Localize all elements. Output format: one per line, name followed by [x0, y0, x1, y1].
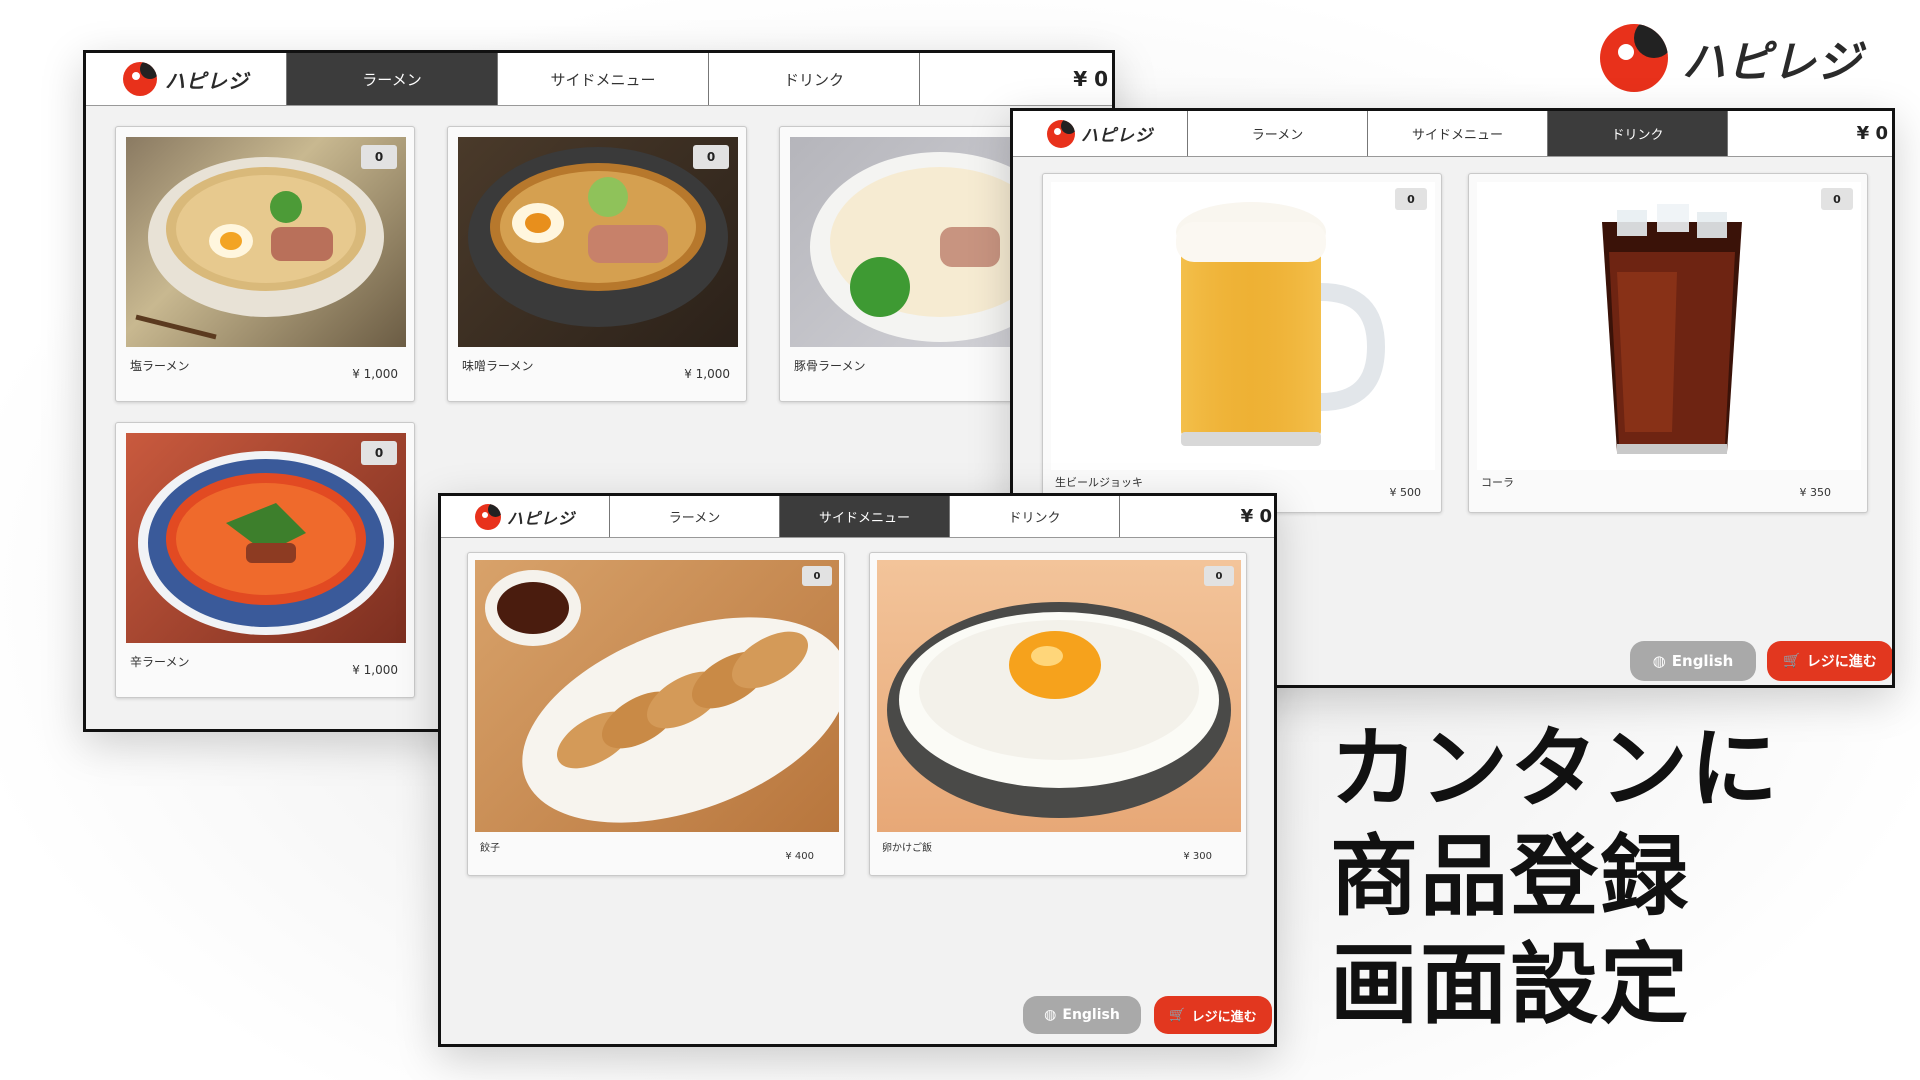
- menu-item-card[interactable]: 0 生ビールジョッキ ¥ 500: [1042, 173, 1442, 513]
- quantity-badge: 0: [802, 566, 832, 586]
- tab-drink[interactable]: ドリンク: [708, 53, 919, 105]
- item-price: ¥ 500: [1389, 486, 1422, 499]
- header-logo-text: ハピレジ: [506, 508, 575, 528]
- cart-total: ¥ 0: [1727, 111, 1892, 156]
- tab-ramen[interactable]: ラーメン: [609, 496, 779, 537]
- item-name: 味噌ラーメン: [462, 359, 534, 373]
- english-button[interactable]: ◍ English: [1023, 996, 1141, 1034]
- quantity-badge: 0: [1821, 188, 1853, 210]
- header-logo: ハピレジ: [1013, 111, 1187, 156]
- menu-item-card[interactable]: 0 卵かけご飯 ¥ 300: [869, 552, 1247, 876]
- globe-icon: ◍: [1044, 1007, 1057, 1023]
- item-name: 豚骨ラーメン: [794, 359, 866, 373]
- item-name: 辛ラーメン: [130, 655, 190, 669]
- header-logo: ハピレジ: [441, 496, 609, 537]
- item-price: ¥ 1,000: [352, 367, 398, 381]
- item-price: ¥ 400: [785, 851, 814, 862]
- header-logo-text: ハピレジ: [165, 68, 249, 93]
- header-logo: ハピレジ: [86, 53, 286, 105]
- header-bar: ハピレジ ラーメン サイドメニュー ドリンク ¥ 0: [86, 53, 1112, 106]
- menu-item-card[interactable]: 0 餃子 ¥ 400: [467, 552, 845, 876]
- checkout-button[interactable]: 🛒 レジに進む: [1154, 996, 1272, 1034]
- item-name: 塩ラーメン: [130, 359, 190, 373]
- tab-side-menu[interactable]: サイドメニュー: [1367, 111, 1547, 156]
- tagline-line-1: カンタンに: [1330, 717, 1781, 820]
- item-name: コーラ: [1481, 476, 1514, 489]
- item-name: 卵かけご飯: [882, 843, 932, 854]
- item-photo: [1477, 182, 1861, 470]
- tab-ramen[interactable]: ラーメン: [286, 53, 497, 105]
- window-side-menu: ハピレジ ラーメン サイドメニュー ドリンク ¥ 0 0 餃子 ¥ 400 0 …: [438, 493, 1277, 1047]
- item-photo: [877, 560, 1241, 832]
- menu-item-card[interactable]: 0 味噌ラーメン ¥ 1,000: [447, 126, 747, 402]
- quantity-badge: 0: [1395, 188, 1427, 210]
- quantity-badge: 0: [361, 145, 397, 169]
- menu-item-card[interactable]: 0 塩ラーメン ¥ 1,000: [115, 126, 415, 402]
- english-label: English: [1062, 1007, 1120, 1023]
- logo-mark-icon: [1047, 119, 1075, 148]
- tab-ramen[interactable]: ラーメン: [1187, 111, 1367, 156]
- item-name: 生ビールジョッキ: [1055, 476, 1143, 489]
- english-label: English: [1671, 652, 1734, 670]
- checkout-label: レジに進む: [1191, 1009, 1257, 1025]
- logo-mark-icon: [1600, 24, 1668, 92]
- header-bar: ハピレジ ラーメン サイドメニュー ドリンク ¥ 0: [1013, 111, 1892, 157]
- item-price: ¥ 300: [1183, 851, 1212, 862]
- item-name: 餃子: [480, 843, 500, 854]
- menu-item-card[interactable]: 0 コーラ ¥ 350: [1468, 173, 1868, 513]
- tab-side-menu[interactable]: サイドメニュー: [779, 496, 949, 537]
- logo-mark-icon: [123, 62, 157, 96]
- quantity-badge: 0: [1204, 566, 1234, 586]
- tagline-line-2: 商品登録: [1330, 825, 1691, 928]
- quantity-badge: 0: [693, 145, 729, 169]
- tab-side-menu[interactable]: サイドメニュー: [497, 53, 708, 105]
- cart-icon: 🛒: [1169, 1007, 1186, 1023]
- item-price: ¥ 1,000: [684, 367, 730, 381]
- english-button[interactable]: ◍ English: [1630, 641, 1756, 681]
- tagline-line-3: 画面設定: [1330, 933, 1691, 1036]
- checkout-label: レジに進む: [1806, 654, 1877, 670]
- cart-icon: 🛒: [1783, 653, 1801, 669]
- quantity-badge: 0: [361, 441, 397, 465]
- cart-total: ¥ 0: [919, 53, 1112, 105]
- logo-mark-icon: [474, 503, 501, 530]
- checkout-button[interactable]: 🛒 レジに進む: [1767, 641, 1892, 681]
- cart-total: ¥ 0: [1119, 496, 1274, 537]
- tab-drink[interactable]: ドリンク: [949, 496, 1119, 537]
- header-logo-text: ハピレジ: [1081, 126, 1153, 146]
- menu-item-card[interactable]: 0 辛ラーメン ¥ 1,000: [115, 422, 415, 698]
- item-photo: [1051, 182, 1435, 470]
- globe-icon: ◍: [1652, 652, 1666, 670]
- logo-text: ハピレジ: [1682, 37, 1862, 88]
- header-bar: ハピレジ ラーメン サイドメニュー ドリンク ¥ 0: [441, 496, 1274, 538]
- item-photo: [475, 560, 839, 832]
- tagline: カンタンに 商品登録 画面設定: [1330, 715, 1890, 1039]
- tab-drink[interactable]: ドリンク: [1547, 111, 1727, 156]
- item-price: ¥ 350: [1799, 486, 1832, 499]
- brand-logo: ハピレジ: [1600, 24, 1862, 92]
- item-price: ¥ 1,000: [352, 663, 398, 677]
